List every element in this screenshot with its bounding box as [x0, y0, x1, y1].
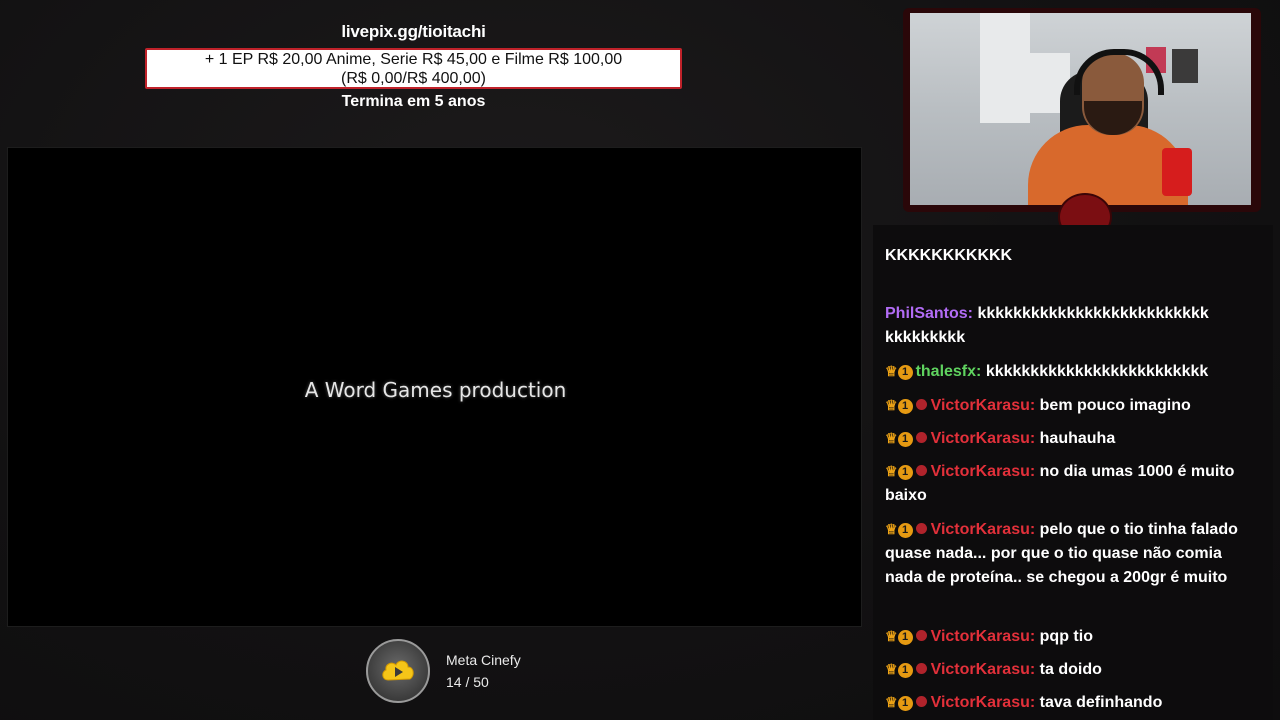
goal-progress: 14 / 50	[446, 674, 489, 690]
crown-badge-icon: ♕	[885, 463, 898, 479]
clan-badge-icon	[915, 523, 927, 534]
chat-message: ♕ 1 VictorKarasu: ta doido	[885, 657, 1261, 682]
chat-username[interactable]: VictorKarasu:	[931, 521, 1036, 538]
red-cup	[1162, 148, 1192, 196]
chat-message: ♕ 1 thalesfx: kkkkkkkkkkkkkkkkkkkkkkkkk	[885, 359, 1261, 384]
webcam-feed	[910, 13, 1251, 205]
tier-one-badge-icon: 1	[897, 465, 913, 480]
chat-message: ♕ 1 VictorKarasu: tava definhando	[885, 690, 1261, 715]
chat-username[interactable]: VictorKarasu:	[931, 463, 1036, 480]
video-caption: A Word Games production	[304, 378, 567, 402]
chat-text: pqp tio	[1039, 628, 1093, 645]
cinefy-play-icon-svg	[382, 660, 414, 681]
clan-badge-icon	[915, 432, 927, 443]
clan-badge-icon	[915, 663, 927, 674]
tier-one-badge-icon: 1	[897, 365, 913, 380]
chat-text: ta doido	[1039, 661, 1102, 678]
chat-text: bem pouco imagino	[1039, 397, 1191, 414]
tier-one-badge-icon: 1	[897, 663, 913, 678]
cinefy-play-icon	[366, 639, 430, 703]
donation-goal-line2: (R$ 0,00/R$ 400,00)	[341, 70, 486, 87]
donation-ends: Termina em 5 anos	[341, 93, 486, 110]
chat-message: KKKKKKKKKKK	[885, 244, 1261, 268]
chat-text: tava definhando	[1039, 694, 1163, 711]
chat-username[interactable]: VictorKarasu:	[931, 628, 1036, 645]
chat-message: ♕ 1 VictorKarasu: no dia umas 1000 é muito…	[885, 459, 1261, 508]
chat-username[interactable]: thalesfx:	[916, 363, 982, 380]
poster	[1172, 49, 1198, 83]
crown-badge-icon: ♕	[885, 521, 898, 537]
clan-badge-icon	[915, 465, 927, 476]
chat-text: kkkkkkkkkkkkkkkkkkkkkkkkk	[985, 363, 1209, 380]
chat-username[interactable]: PhilSantos:	[885, 305, 973, 322]
tier-one-badge-icon: 1	[897, 696, 913, 711]
shelf	[980, 13, 1030, 123]
chat-message: PhilSantos: kkkkkkkkkkkkkkkkkkkkkkkkkk k…	[885, 302, 1261, 350]
chat-username[interactable]: VictorKarasu:	[931, 430, 1036, 447]
crown-badge-icon: ♕	[885, 661, 898, 677]
chat-username[interactable]: VictorKarasu:	[931, 661, 1036, 678]
donation-goal-box: + 1 EP R$ 20,00 Anime, Serie R$ 45,00 e …	[145, 48, 682, 89]
crown-badge-icon: ♕	[885, 430, 898, 446]
tier-one-badge-icon: 1	[897, 630, 913, 645]
donation-goal-line1: + 1 EP R$ 20,00 Anime, Serie R$ 45,00 e …	[204, 51, 623, 68]
tier-one-badge-icon: 1	[897, 399, 913, 414]
donation-url: livepix.gg/tioitachi	[341, 22, 486, 41]
goal-title: Meta Cinefy	[446, 652, 521, 668]
crown-badge-icon: ♕	[885, 694, 898, 710]
chat-text: hauhauha	[1039, 430, 1116, 447]
chat-username[interactable]: VictorKarasu:	[931, 694, 1036, 711]
crown-badge-icon: ♕	[885, 397, 898, 413]
crown-badge-icon: ♕	[885, 363, 898, 379]
chat-message: ♕ 1 VictorKarasu: hauhauha	[885, 426, 1261, 451]
chat-message: ♕ 1 VictorKarasu: bem pouco imagino	[885, 393, 1261, 418]
clan-badge-icon	[915, 399, 927, 410]
clan-badge-icon	[915, 696, 927, 707]
crown-badge-icon: ♕	[885, 628, 898, 644]
chat-message: ♕ 1 VictorKarasu: pelo que o tio tinha fal…	[885, 517, 1261, 590]
chat-message: ♕ 1 VictorKarasu: pqp tio	[885, 624, 1261, 649]
chat-text: KKKKKKKKKKK	[885, 247, 1013, 264]
video-player[interactable]: A Word Games production	[7, 147, 862, 627]
tier-one-badge-icon: 1	[897, 523, 913, 538]
chat-username[interactable]: VictorKarasu:	[931, 397, 1036, 414]
clan-badge-icon	[915, 630, 927, 641]
tier-one-badge-icon: 1	[897, 432, 913, 447]
